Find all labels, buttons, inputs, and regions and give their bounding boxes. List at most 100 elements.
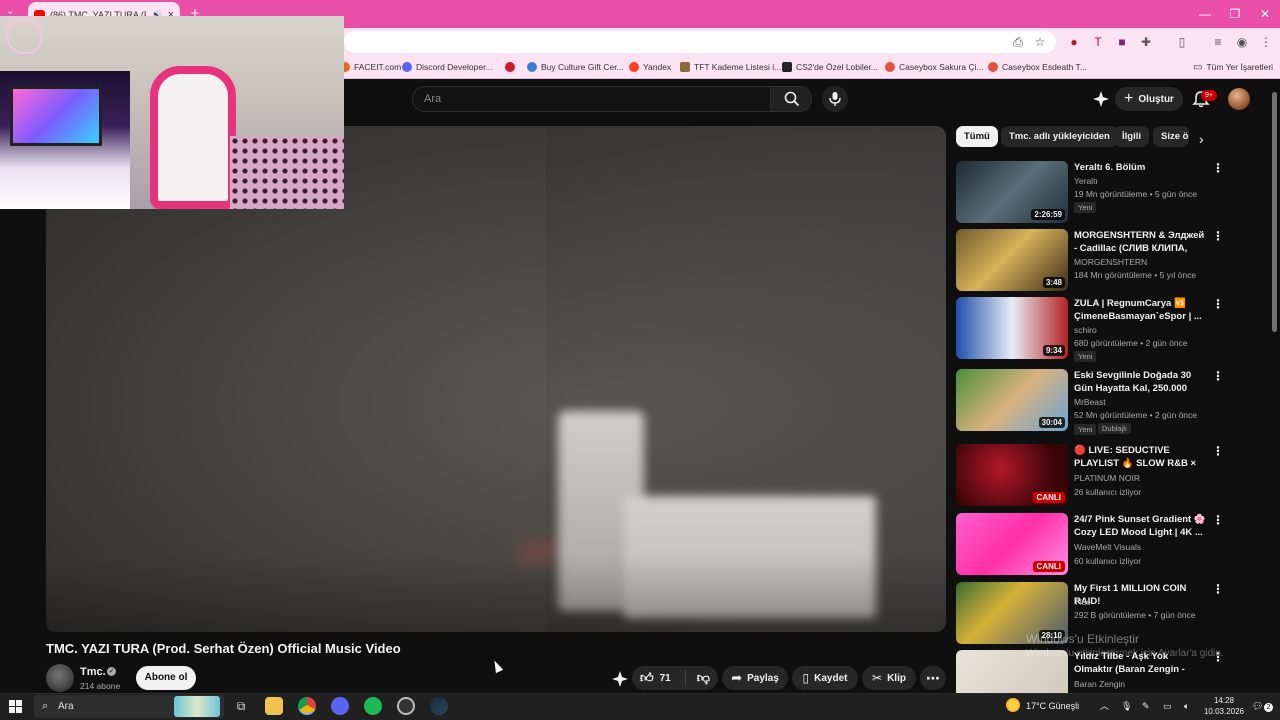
chevron-up-icon[interactable]: ︿ xyxy=(1100,697,1109,715)
more-vertical-icon[interactable]: ⋮ xyxy=(1212,444,1224,460)
more-actions-button[interactable]: ⋯ xyxy=(920,666,946,690)
extension-twitch-icon[interactable]: ■ xyxy=(1114,34,1130,50)
more-vertical-icon[interactable]: ⋮ xyxy=(1212,369,1224,385)
video-title[interactable]: My First 1 MILLION COIN RAID! xyxy=(1074,582,1208,608)
side-panel-icon[interactable]: ▯ xyxy=(1174,34,1190,50)
minimize-button[interactable]: — xyxy=(1189,0,1221,28)
recommended-video[interactable]: 30:04 Eski Sevgilinle Doğada 30 Gün Haya… xyxy=(956,369,1226,435)
media-controls-icon[interactable]: ≡ xyxy=(1210,34,1226,50)
browser-menu-icon[interactable]: ⋮ xyxy=(1258,34,1274,50)
more-vertical-icon[interactable]: ⋮ xyxy=(1212,161,1224,177)
recommended-video[interactable]: CANLI 24/7 Pink Sunset Gradient 🌸 Cozy L… xyxy=(956,513,1226,579)
microphone-tray-icon[interactable]: 🎙︎ xyxy=(1121,697,1132,715)
channel-name[interactable]: MORGENSHTERN xyxy=(1074,257,1147,267)
share-button[interactable]: ➦ Paylaş xyxy=(722,666,788,690)
like-button[interactable]: 👍︎ 71 xyxy=(640,670,686,686)
more-vertical-icon[interactable]: ⋮ xyxy=(1212,582,1224,598)
install-app-icon[interactable]: ⎙ xyxy=(1010,34,1026,50)
bookmark-faceit[interactable]: FACEIT.com xyxy=(340,59,401,75)
search-input[interactable]: Ara xyxy=(412,86,770,112)
steam-icon[interactable] xyxy=(430,697,448,715)
taskbar-clock[interactable]: 14:28 10.03.2026 xyxy=(1200,695,1248,717)
video-title[interactable]: 24/7 Pink Sunset Gradient 🌸 Cozy LED Moo… xyxy=(1074,513,1208,539)
bookmark-red[interactable] xyxy=(505,59,519,75)
channel-name[interactable]: MrBeast xyxy=(1074,397,1106,407)
search-button[interactable] xyxy=(770,86,812,112)
bookmark-star-icon[interactable]: ☆ xyxy=(1032,34,1048,50)
network-icon[interactable]: ▭ xyxy=(1163,697,1172,715)
video-thumbnail[interactable]: 9:34 xyxy=(956,297,1068,359)
chip-from-uploader[interactable]: Tmc. adlı yükleyiciden xyxy=(1001,126,1118,147)
search-icon xyxy=(784,91,800,107)
discord-icon[interactable] xyxy=(331,697,349,715)
channel-name[interactable]: Tfue xyxy=(1074,597,1091,607)
channel-name[interactable]: Baran Zengin xyxy=(1074,679,1125,689)
bookmark-cs2[interactable]: CS2'de Özel Lobiler... xyxy=(782,59,878,75)
spotify-icon[interactable] xyxy=(364,697,382,715)
recommended-video[interactable]: CANLI 🔴 LIVE: SEDUCTIVE PLAYLIST 🔥 SLOW … xyxy=(956,444,1226,510)
search-highlight-image[interactable] xyxy=(174,696,220,717)
close-window-button[interactable]: ✕ xyxy=(1249,0,1280,28)
video-thumbnail[interactable]: CANLI xyxy=(956,444,1068,506)
channel-name[interactable]: schiro xyxy=(1074,325,1097,335)
all-bookmarks[interactable]: ▭ Tüm Yer İşaretleri xyxy=(1193,59,1273,75)
more-vertical-icon[interactable]: ⋮ xyxy=(1212,229,1224,245)
extension-adblock-icon[interactable]: ● xyxy=(1066,34,1082,50)
bookmark-tft[interactable]: TFT Kademe Listesi i... xyxy=(680,59,781,75)
video-thumbnail[interactable]: 3:48 xyxy=(956,229,1068,291)
page-scrollbar[interactable] xyxy=(1272,92,1277,332)
video-title[interactable]: Yeraltı 6. Bölüm xyxy=(1074,161,1208,174)
weather-text[interactable]: 17°C Güneşli xyxy=(1026,697,1079,715)
create-button[interactable]: + Oluştur xyxy=(1115,87,1183,111)
task-view-icon[interactable]: ⧉ xyxy=(232,697,250,715)
video-title[interactable]: MORGENSHTERN & Элджей - Cadillac (СЛИВ К… xyxy=(1074,229,1208,255)
video-thumbnail[interactable]: CANLI xyxy=(956,513,1068,575)
channel-avatar[interactable] xyxy=(46,664,74,692)
chip-related[interactable]: İlgili xyxy=(1114,126,1149,147)
video-thumbnail[interactable]: 30:04 xyxy=(956,369,1068,431)
bookmark-yandex[interactable]: Yandex xyxy=(629,59,671,75)
video-title[interactable]: 🔴 LIVE: SEDUCTIVE PLAYLIST 🔥 SLOW R&B × … xyxy=(1074,444,1208,470)
notification-center-icon[interactable]: 💬︎ xyxy=(1252,697,1263,715)
thumbs-down-icon[interactable]: 👎︎ xyxy=(691,670,710,686)
chrome-icon[interactable] xyxy=(298,697,316,715)
chip-all[interactable]: Tümü xyxy=(956,126,998,147)
channel-name[interactable]: WaveMelt Visuals xyxy=(1074,542,1141,552)
tft-icon xyxy=(680,62,690,72)
voice-search-button[interactable] xyxy=(822,86,848,112)
bookmark-culture[interactable]: Buy Culture Gift Cer... xyxy=(527,59,624,75)
channel-name[interactable]: Yeraltı xyxy=(1074,176,1098,186)
channel-name[interactable]: Tmc. xyxy=(80,666,106,678)
subscribe-button[interactable]: Abone ol xyxy=(136,666,196,690)
video-thumbnail[interactable]: 2:26:59 xyxy=(956,161,1068,223)
windows-start-icon[interactable] xyxy=(9,700,22,713)
recommended-video[interactable]: 9:34 ZULA | RegnumCarya 🆚 ÇimeneBasmayan… xyxy=(956,297,1226,363)
more-vertical-icon[interactable]: ⋮ xyxy=(1212,513,1224,529)
bookmark-caseybox-esdeath[interactable]: Caseybox Esdeath T... xyxy=(988,59,1087,75)
video-meta: 60 kullanıcı izliyor xyxy=(1074,556,1142,566)
file-explorer-icon[interactable] xyxy=(265,697,283,715)
volume-icon[interactable]: 🔈︎ xyxy=(1184,697,1189,715)
account-avatar[interactable] xyxy=(1228,88,1250,110)
more-vertical-icon[interactable]: ⋮ xyxy=(1212,297,1224,313)
bookmark-caseybox-sakura[interactable]: Caseybox Sakura Çi... xyxy=(885,59,984,75)
save-button[interactable]: ▯ Kaydet xyxy=(792,666,858,690)
profile-avatar-icon[interactable]: ◉ xyxy=(1234,34,1250,50)
video-title[interactable]: Eski Sevgilinle Doğada 30 Gün Hayatta Ka… xyxy=(1074,369,1208,395)
extension-translate-icon[interactable]: T xyxy=(1090,34,1106,50)
recommended-video[interactable]: 3:48 MORGENSHTERN & Элджей - Cadillac (С… xyxy=(956,229,1226,295)
video-title[interactable]: ZULA | RegnumCarya 🆚 ÇimeneBasmayan`eSpo… xyxy=(1074,297,1208,323)
recommended-video[interactable]: 2:26:59 Yeraltı 6. Bölüm Yeraltı 19 Mn g… xyxy=(956,161,1226,227)
extensions-icon[interactable]: ✚ xyxy=(1138,34,1154,50)
chevron-right-icon[interactable]: › xyxy=(1199,131,1204,147)
restore-button[interactable]: ❐ xyxy=(1219,0,1251,28)
ai-sparkle-icon[interactable] xyxy=(1092,90,1110,108)
ask-ai-icon[interactable] xyxy=(611,670,629,688)
chip-for-you[interactable]: Size ö xyxy=(1153,126,1189,147)
address-bar[interactable] xyxy=(344,31,1056,53)
channel-name[interactable]: PLATINUM NOIR xyxy=(1074,473,1140,483)
clip-button[interactable]: ✂ Klip xyxy=(862,666,916,690)
bookmark-discord[interactable]: Discord Developer... xyxy=(402,59,493,75)
pen-tray-icon[interactable]: ✎ xyxy=(1142,697,1150,715)
obs-icon[interactable] xyxy=(397,697,415,715)
